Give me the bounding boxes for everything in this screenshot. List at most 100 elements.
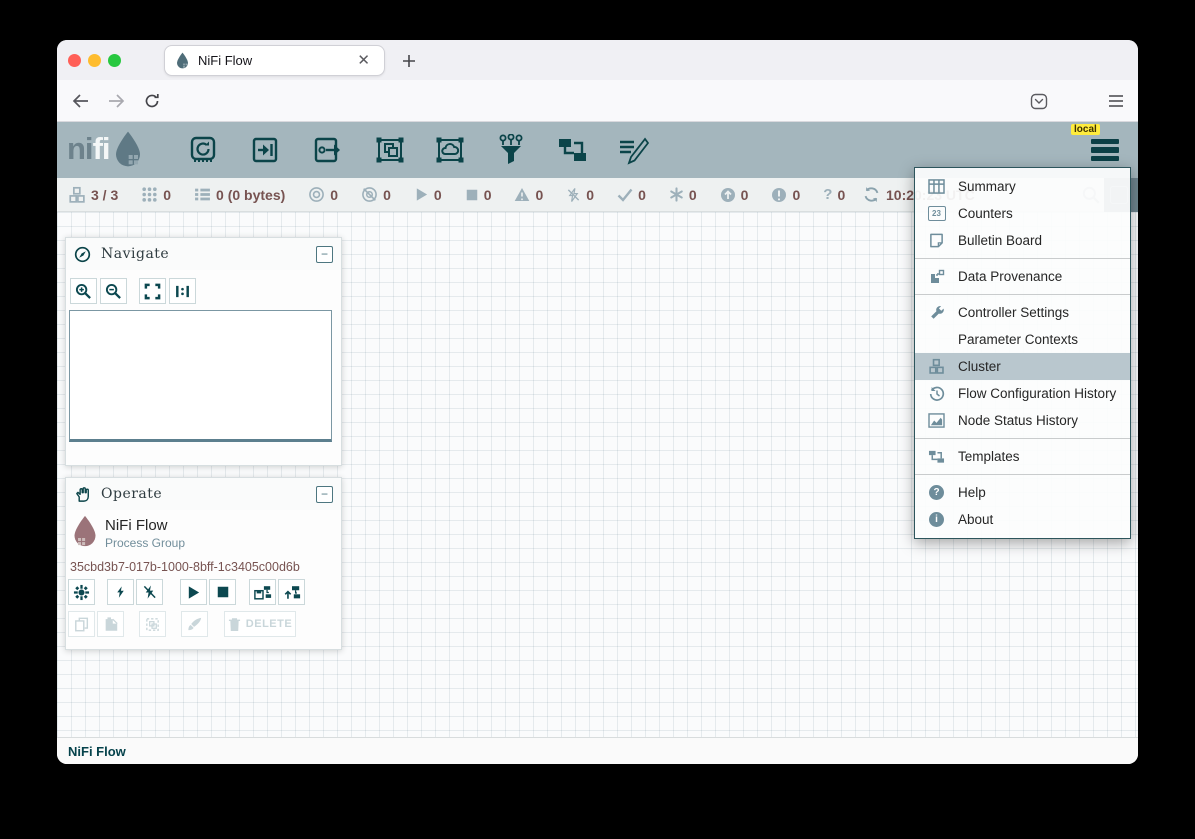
navigate-collapse-button[interactable]: − [316,246,333,263]
nifi-drop-logo-icon [112,130,144,168]
operate-panel-header[interactable]: Operate − [66,478,341,510]
label-component[interactable] [613,133,653,167]
pocket-icon[interactable] [1027,89,1051,113]
output-port-component[interactable] [308,133,348,167]
selected-flow-name: NiFi Flow [105,517,185,534]
not-transmitting-icon [361,186,378,203]
tab-title: NiFi Flow [198,53,353,68]
start-button[interactable] [180,579,207,605]
browser-tab-strip: NiFi Flow ✕ [57,40,1138,80]
new-tab-button[interactable] [397,49,421,73]
delete-button-label: DELETE [246,618,292,630]
bulletin-board-icon [927,233,946,248]
global-menu: Summary 23 Counters Bulletin Board Data … [914,167,1131,539]
input-port-component[interactable] [245,133,285,167]
selected-component-info: NiFi Flow Process Group [105,517,185,550]
navigate-panel: Navigate − [65,237,342,466]
status-cluster: 3 / 3 [68,186,118,204]
stopped-icon [465,188,479,202]
navigate-panel-header[interactable]: Navigate − [66,238,341,270]
status-disabled: 0 [566,187,594,203]
menu-item-counters[interactable]: 23 Counters [915,200,1130,227]
controller-settings-icon [927,305,946,321]
navigate-panel-title: Navigate [101,246,169,262]
browser-menu-icon[interactable] [1104,89,1128,113]
menu-item-controller-settings[interactable]: Controller Settings [915,299,1130,326]
disabled-icon [566,187,581,203]
counters-icon: 23 [927,206,946,221]
breadcrumb-bar: NiFi Flow [57,737,1138,764]
menu-item-help[interactable]: ? Help [915,479,1130,506]
selected-flow-type: Process Group [105,536,185,550]
menu-item-data-provenance[interactable]: Data Provenance [915,263,1130,290]
configuration-button[interactable] [68,579,95,605]
tab-close-icon[interactable]: ✕ [353,51,374,70]
menu-separator [915,474,1130,475]
status-locally-modified: 0 [669,187,697,203]
status-sync-failure: ? 0 [823,186,845,203]
data-provenance-icon [927,269,946,285]
nifi-favicon [175,52,190,69]
breadcrumb[interactable]: NiFi Flow [68,744,126,759]
sync-failure-icon: ? [823,186,832,203]
paste-button[interactable] [97,611,124,637]
reload-button[interactable] [140,89,164,113]
zoom-actual-size-button[interactable] [169,278,196,304]
forward-button[interactable] [104,89,128,113]
operate-panel-title: Operate [101,486,162,502]
birdseye-minimap[interactable] [69,310,332,442]
processor-component[interactable] [183,133,223,167]
local-badge: local [1071,124,1100,135]
menu-item-cluster[interactable]: Cluster [915,353,1130,380]
queued-icon [194,186,211,203]
enable-button[interactable] [107,579,134,605]
upload-template-button[interactable] [278,579,305,605]
stop-button[interactable] [209,579,236,605]
browser-navbar: 192.168.40.11:8080/nifi/ local [57,80,1138,122]
browser-tab[interactable]: NiFi Flow ✕ [164,45,385,76]
selected-flow-id: 35cbd3b7-017b-1000-8bff-1c3405c00d6b [70,560,300,574]
back-button[interactable] [68,89,92,113]
running-icon [414,187,429,202]
operate-panel: Operate − NiFi Flow Process Group 35cbd3… [65,477,342,650]
template-component[interactable] [552,133,592,167]
zoom-fit-button[interactable] [139,278,166,304]
close-window-button[interactable] [68,54,81,67]
menu-separator [915,438,1130,439]
menu-item-node-status-history[interactable]: Node Status History [915,407,1130,434]
zoom-in-button[interactable] [70,278,97,304]
menu-item-summary[interactable]: Summary [915,173,1130,200]
process-group-drop-icon [71,514,99,548]
help-icon: ? [927,485,946,500]
global-menu-button[interactable] [1091,135,1121,165]
funnel-component[interactable] [491,133,531,167]
logo-text-fi: fi [93,130,110,168]
menu-item-about[interactable]: i About [915,506,1130,533]
menu-item-templates[interactable]: Templates [915,443,1130,470]
menu-item-parameter-contexts[interactable]: Parameter Contexts [915,326,1130,353]
logo-text-ni: ni [67,130,93,168]
transmitting-icon [308,186,325,203]
minimize-window-button[interactable] [88,54,101,67]
operate-collapse-button[interactable]: − [316,486,333,503]
zoom-out-button[interactable] [100,278,127,304]
menu-item-bulletin-board[interactable]: Bulletin Board [915,227,1130,254]
maximize-window-button[interactable] [108,54,121,67]
cluster-icon [68,186,86,204]
status-not-transmitting: 0 [361,186,391,203]
up-to-date-icon [617,188,633,202]
disable-button[interactable] [136,579,163,605]
remote-process-group-component[interactable] [430,133,470,167]
fill-color-button[interactable] [181,611,208,637]
group-button[interactable] [139,611,166,637]
about-icon: i [927,512,946,527]
nifi-logo: nifi [67,130,144,168]
locally-modified-icon [669,187,684,202]
save-template-button[interactable] [249,579,276,605]
status-stopped: 0 [465,187,492,203]
process-group-component[interactable] [370,133,410,167]
refresh-icon[interactable] [863,186,880,203]
delete-button[interactable]: DELETE [224,611,296,637]
copy-button[interactable] [68,611,95,637]
menu-item-flow-configuration-history[interactable]: Flow Configuration History [915,380,1130,407]
